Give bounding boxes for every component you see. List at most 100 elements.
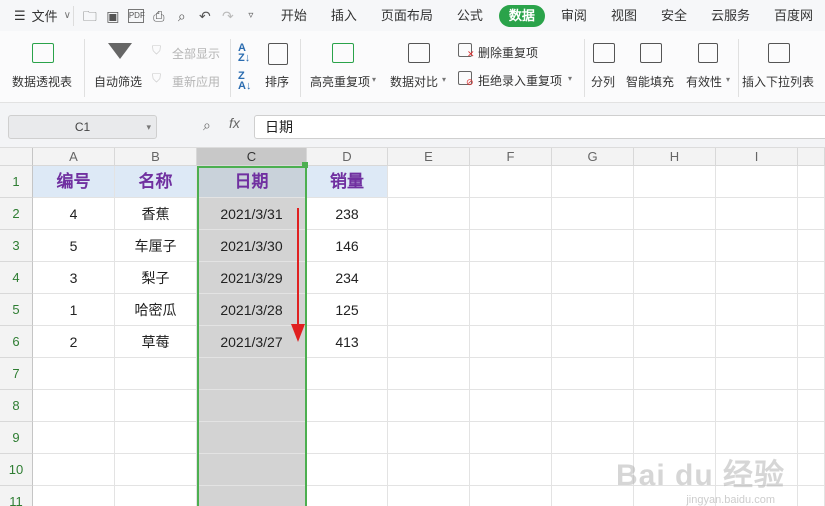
empty-cell[interactable] — [33, 422, 115, 454]
empty-cell[interactable] — [197, 390, 307, 422]
fill-handle[interactable] — [302, 162, 308, 168]
tab-page-layout[interactable]: 页面布局 — [369, 5, 445, 27]
data-cell[interactable]: 香蕉 — [115, 198, 197, 230]
empty-cell[interactable] — [716, 198, 798, 230]
empty-cell[interactable] — [634, 358, 716, 390]
tab-insert[interactable]: 插入 — [319, 5, 369, 27]
empty-cell[interactable] — [388, 198, 470, 230]
column-header-h[interactable]: H — [634, 148, 716, 166]
row-header-9[interactable]: 9 — [0, 422, 33, 454]
tab-baidu[interactable]: 百度网 — [762, 5, 825, 27]
name-box[interactable]: C1 ▾ — [8, 115, 157, 139]
empty-cell[interactable] — [634, 294, 716, 326]
tab-home[interactable]: 开始 — [269, 5, 319, 27]
column-header-blank[interactable] — [798, 148, 825, 166]
header-cell[interactable]: 日期 — [197, 166, 307, 198]
pivot-table-button[interactable]: 数据透视表 — [10, 39, 76, 95]
empty-cell[interactable] — [388, 326, 470, 358]
empty-cell[interactable] — [634, 262, 716, 294]
empty-cell[interactable] — [552, 358, 634, 390]
highlight-duplicates-button[interactable]: 高亮重复项 ▾ — [306, 39, 382, 95]
reject-duplicates-button[interactable]: ⊘ 拒绝录入重复项 ▾ — [458, 71, 582, 89]
empty-cell[interactable] — [197, 454, 307, 486]
data-cell[interactable]: 车厘子 — [115, 230, 197, 262]
tab-formula[interactable]: 公式 — [445, 5, 495, 27]
empty-cell[interactable] — [798, 294, 825, 326]
empty-cell[interactable] — [552, 390, 634, 422]
data-cell[interactable]: 146 — [307, 230, 388, 262]
empty-cell[interactable] — [197, 422, 307, 454]
data-cell[interactable]: 2 — [33, 326, 115, 358]
data-compare-button[interactable]: 数据对比 ▾ — [388, 39, 452, 95]
empty-cell[interactable] — [388, 262, 470, 294]
autofilter-button[interactable]: 自动筛选 — [92, 39, 148, 95]
file-menu[interactable]: ☰ 文件 ∨ — [0, 6, 73, 25]
empty-cell[interactable] — [716, 294, 798, 326]
empty-cell[interactable] — [33, 390, 115, 422]
empty-cell[interactable] — [115, 454, 197, 486]
empty-cell[interactable] — [197, 486, 307, 506]
column-header-g[interactable]: G — [552, 148, 634, 166]
row-header-7[interactable]: 7 — [0, 358, 33, 390]
empty-cell[interactable] — [552, 198, 634, 230]
column-header-a[interactable]: A — [33, 148, 115, 166]
empty-cell[interactable] — [33, 358, 115, 390]
tab-review[interactable]: 审阅 — [549, 5, 599, 27]
column-header-d[interactable]: D — [307, 148, 388, 166]
empty-cell[interactable] — [634, 326, 716, 358]
empty-cell[interactable] — [307, 422, 388, 454]
empty-cell[interactable] — [388, 486, 470, 506]
empty-cell[interactable] — [716, 358, 798, 390]
data-cell[interactable]: 梨子 — [115, 262, 197, 294]
data-cell[interactable]: 1 — [33, 294, 115, 326]
empty-cell[interactable] — [798, 422, 825, 454]
validity-button[interactable]: 有效性 ▾ — [684, 39, 736, 95]
data-cell[interactable]: 草莓 — [115, 326, 197, 358]
empty-cell[interactable] — [470, 422, 552, 454]
empty-cell[interactable] — [798, 390, 825, 422]
empty-cell[interactable] — [115, 486, 197, 506]
empty-cell[interactable] — [716, 166, 798, 198]
empty-cell[interactable] — [634, 166, 716, 198]
tab-security[interactable]: 安全 — [649, 5, 699, 27]
empty-cell[interactable] — [470, 230, 552, 262]
data-cell[interactable]: 哈密瓜 — [115, 294, 197, 326]
undo-icon[interactable]: ↶ — [197, 8, 213, 24]
empty-cell[interactable] — [716, 390, 798, 422]
empty-cell[interactable] — [388, 390, 470, 422]
empty-cell[interactable] — [798, 454, 825, 486]
select-all-corner[interactable] — [0, 148, 33, 166]
column-header-b[interactable]: B — [115, 148, 197, 166]
row-header-4[interactable]: 4 — [0, 262, 33, 294]
empty-cell[interactable] — [388, 422, 470, 454]
tab-cloud[interactable]: 云服务 — [699, 5, 762, 27]
fx-label[interactable]: fx — [229, 115, 240, 131]
empty-cell[interactable] — [115, 422, 197, 454]
data-cell[interactable]: 238 — [307, 198, 388, 230]
empty-cell[interactable] — [470, 358, 552, 390]
empty-cell[interactable] — [115, 390, 197, 422]
data-cell[interactable]: 234 — [307, 262, 388, 294]
empty-cell[interactable] — [33, 486, 115, 506]
sort-descending-icon[interactable]: Z A↓ — [238, 71, 251, 92]
sort-button[interactable]: 排序 — [262, 39, 296, 95]
empty-cell[interactable] — [552, 166, 634, 198]
customize-icon[interactable]: ▿ — [243, 8, 259, 24]
empty-cell[interactable] — [552, 230, 634, 262]
empty-cell[interactable] — [388, 358, 470, 390]
split-columns-button[interactable]: 分列 — [588, 39, 620, 95]
empty-cell[interactable] — [307, 358, 388, 390]
tab-view[interactable]: 视图 — [599, 5, 649, 27]
empty-cell[interactable] — [470, 262, 552, 294]
header-cell[interactable]: 编号 — [33, 166, 115, 198]
empty-cell[interactable] — [634, 230, 716, 262]
empty-cell[interactable] — [470, 486, 552, 506]
empty-cell[interactable] — [552, 326, 634, 358]
data-cell[interactable]: 413 — [307, 326, 388, 358]
data-cell[interactable]: 125 — [307, 294, 388, 326]
empty-cell[interactable] — [307, 486, 388, 506]
header-cell[interactable]: 销量 — [307, 166, 388, 198]
reapply-button[interactable]: ⛉ 重新应用 — [150, 71, 226, 89]
empty-cell[interactable] — [388, 230, 470, 262]
zoom-icon[interactable]: ⌕ — [203, 117, 211, 134]
